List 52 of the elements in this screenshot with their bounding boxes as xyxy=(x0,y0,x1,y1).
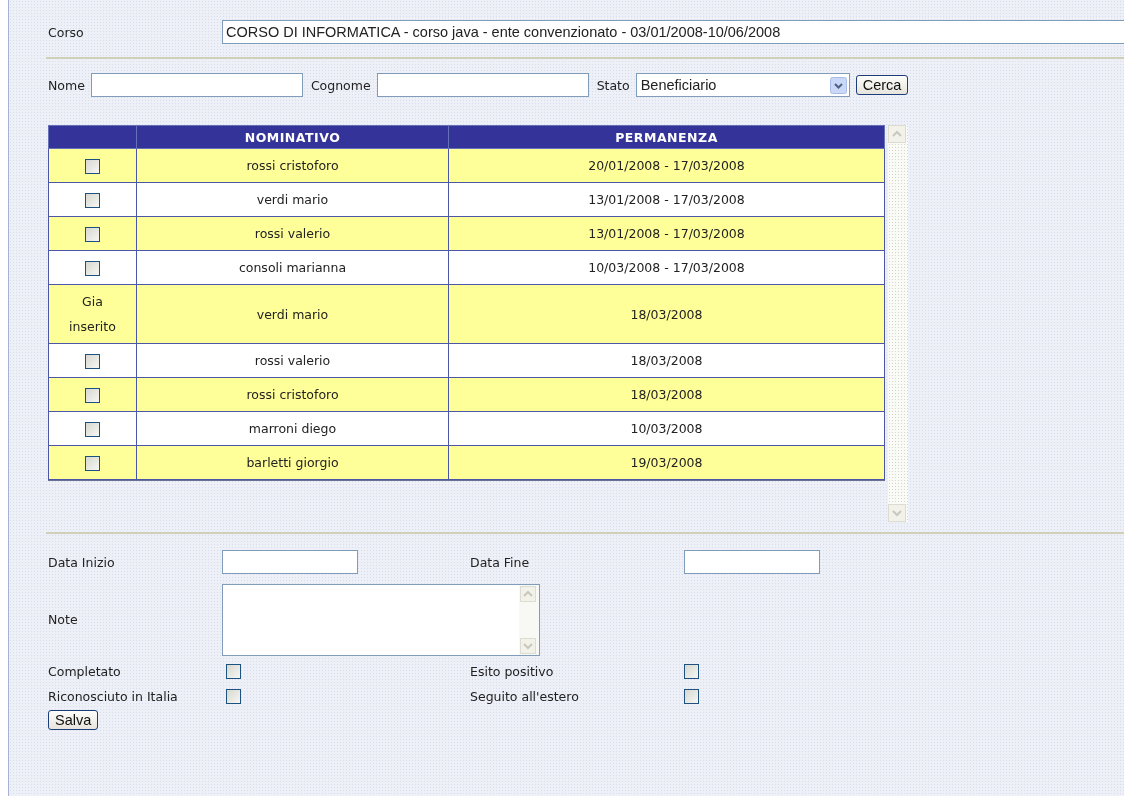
row-checkbox[interactable] xyxy=(85,455,100,471)
field-label: Data Fine xyxy=(470,554,531,570)
table-cell: 19/03/2008 xyxy=(448,445,885,480)
checkbox[interactable] xyxy=(226,664,241,679)
course-field[interactable]: CORSO DI INFORMATICA - corso java - ente convenzionato - 03/01/2008-10/06/2008 xyxy=(222,20,1124,44)
save-button[interactable]: Salva xyxy=(48,710,99,730)
checkbox-label: Seguito all'estero xyxy=(470,689,580,704)
table-cell: 10/03/2008 xyxy=(448,411,885,446)
field-label: Stato xyxy=(596,77,630,93)
table-cell: rossi valerio xyxy=(136,216,449,251)
table-cell: 18/03/2008 xyxy=(448,284,885,344)
table-cell: 20/01/2008 - 17/03/2008 xyxy=(448,148,885,183)
row-checkbox[interactable] xyxy=(85,192,100,208)
search-button[interactable]: Cerca xyxy=(855,75,909,95)
row-checkbox[interactable] xyxy=(85,421,100,437)
table-cell: 18/03/2008 xyxy=(448,377,885,412)
checkbox-label: Esito positivo xyxy=(470,664,555,679)
row-checkbox[interactable] xyxy=(85,353,100,369)
input-field[interactable] xyxy=(90,73,303,97)
field-label: Nome xyxy=(48,77,85,93)
checkbox[interactable] xyxy=(226,689,241,704)
table-cell: 13/01/2008 - 17/03/2008 xyxy=(448,182,885,217)
table-cell: 18/03/2008 xyxy=(448,343,885,378)
table-cell: barletti giorgio xyxy=(136,445,449,480)
field-label: Corso xyxy=(48,24,85,40)
table-cell: 13/01/2008 - 17/03/2008 xyxy=(448,216,885,251)
row-checkbox[interactable] xyxy=(85,260,100,276)
table-cell: consoli marianna xyxy=(136,250,449,285)
table-cell: 10/03/2008 - 17/03/2008 xyxy=(448,250,885,285)
row-checkbox[interactable] xyxy=(85,158,100,174)
table-cell: rossi cristoforo xyxy=(136,148,449,183)
table-cell: verdi mario xyxy=(136,182,449,217)
table-cell: rossi valerio xyxy=(136,343,449,378)
checkbox-label: Riconosciuto in Italia xyxy=(48,689,179,704)
status-dropdown[interactable]: Beneficiario xyxy=(635,73,850,97)
date-field[interactable] xyxy=(684,550,820,574)
row-checkbox[interactable] xyxy=(85,226,100,242)
checkbox[interactable] xyxy=(684,689,699,704)
field-label: Data Inizio xyxy=(48,554,116,570)
row-checkbox[interactable] xyxy=(85,387,100,403)
header-cell: NOMINATIVO xyxy=(136,125,449,149)
status-text: Gia inserito xyxy=(68,293,117,336)
field-label: Cognome xyxy=(310,77,371,93)
field-label: Note xyxy=(48,611,79,627)
table-cell: marroni diego xyxy=(136,411,449,446)
checkbox[interactable] xyxy=(684,664,699,679)
table-cell: rossi cristoforo xyxy=(136,377,449,412)
input-field[interactable] xyxy=(376,73,589,97)
date-field[interactable] xyxy=(222,550,358,574)
table-cell: verdi mario xyxy=(136,284,449,344)
header-cell: PERMANENZA xyxy=(448,125,885,149)
checkbox-label: Completato xyxy=(48,664,122,679)
